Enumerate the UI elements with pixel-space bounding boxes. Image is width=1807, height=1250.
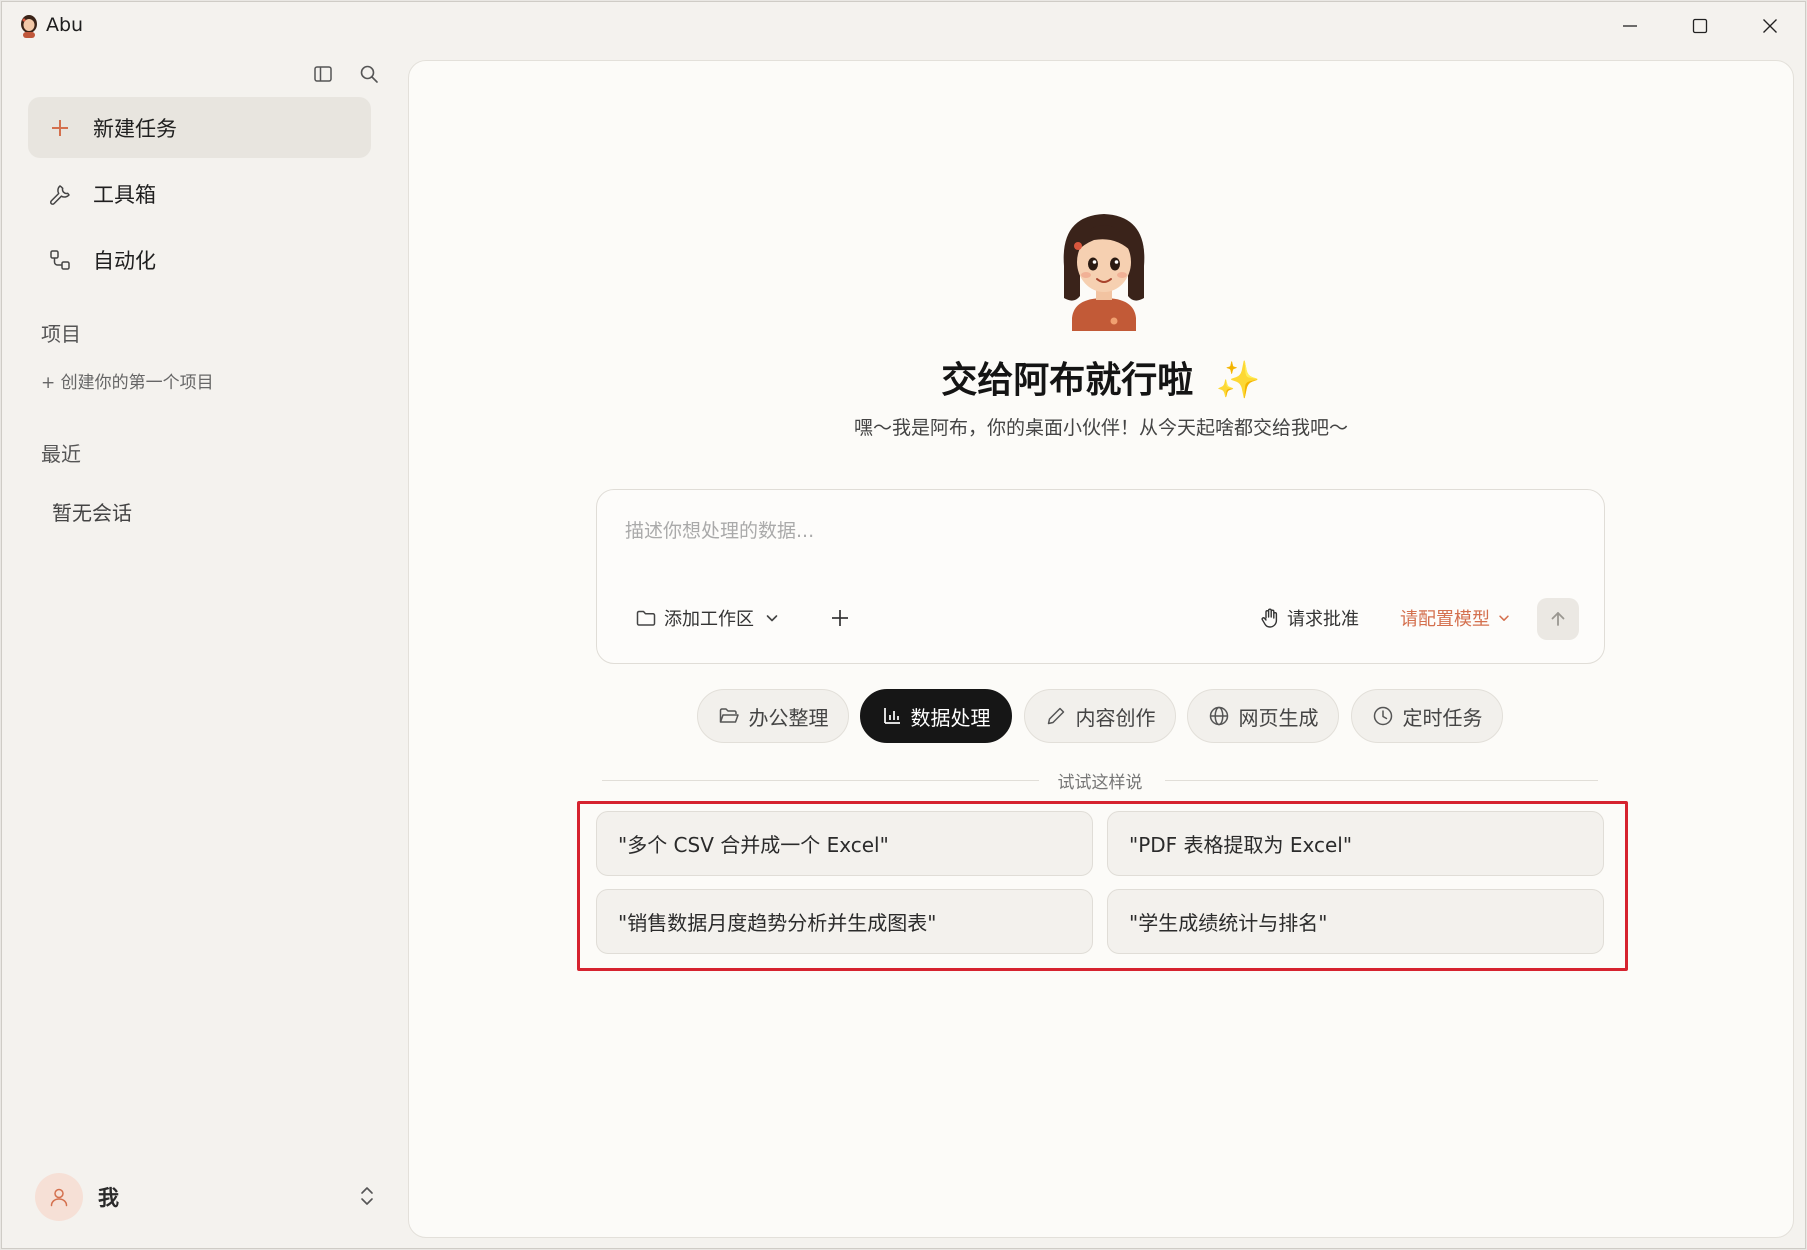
close-button[interactable]: [1735, 2, 1805, 49]
sidebar-item-new-task[interactable]: 新建任务: [28, 97, 371, 158]
suggestion-card[interactable]: "多个 CSV 合并成一个 Excel": [596, 811, 1093, 876]
model-select-label: 请配置模型: [1400, 609, 1490, 630]
sparkles-icon: ✨: [1215, 360, 1261, 401]
arrow-up-icon: [1551, 612, 1565, 626]
request-approval-button[interactable]: 请求批准: [1259, 598, 1359, 638]
send-button[interactable]: [1537, 598, 1579, 640]
globe-icon: [1208, 705, 1230, 727]
suggestion-card[interactable]: "销售数据月度趋势分析并生成图表": [596, 889, 1093, 954]
create-project-link[interactable]: + 创建你的第一个项目: [41, 368, 214, 393]
mascot-avatar-icon: [1054, 206, 1154, 331]
clock-icon: [1372, 705, 1394, 727]
pencil-icon: [1045, 705, 1067, 727]
tab-data-processing[interactable]: 数据处理: [860, 689, 1012, 743]
window-title: Abu: [46, 14, 84, 36]
recent-section-title: 最近: [41, 442, 81, 466]
tab-label: 定时任务: [1402, 705, 1483, 730]
tab-label: 网页生成: [1238, 705, 1319, 730]
sidebar-item-label: 工具箱: [93, 182, 156, 207]
projects-section-title: 项目: [41, 322, 81, 346]
maximize-icon: [1692, 18, 1708, 33]
minimize-icon: [1623, 24, 1637, 27]
maximize-button[interactable]: [1665, 2, 1735, 49]
workflow-icon: [45, 245, 75, 275]
suggestions-title: 试试这样说: [1057, 773, 1143, 793]
minimize-button[interactable]: [1595, 2, 1665, 49]
model-select-button[interactable]: 请配置模型: [1400, 598, 1511, 638]
title-bar: Abu: [2, 2, 1805, 49]
sidebar-item-label: 新建任务: [93, 116, 177, 141]
app-logo-icon: [18, 14, 40, 38]
page-title: 交给阿布就行啦 ✨: [409, 351, 1793, 403]
user-menu[interactable]: 我: [35, 1172, 375, 1222]
prompt-input-card: 添加工作区 请求批准 请配置模型: [596, 489, 1605, 664]
close-icon: [1763, 18, 1777, 33]
bar-chart-icon: [882, 706, 902, 726]
suggestions-divider: 试试这样说: [602, 768, 1598, 793]
page-subtitle: 嘿～我是阿布，你的桌面小伙伴！从今天起啥都交给我吧～: [853, 417, 1348, 439]
wrench-icon: [45, 179, 75, 209]
sidebar-search-button[interactable]: [354, 59, 384, 89]
tab-label: 数据处理: [910, 705, 991, 730]
chevron-down-icon: [766, 615, 778, 622]
sidebar-item-label: 自动化: [93, 248, 156, 273]
avatar: [35, 1173, 83, 1221]
plus-icon: [832, 610, 848, 626]
user-icon: [50, 1188, 68, 1207]
tab-web-generation[interactable]: 网页生成: [1187, 689, 1339, 743]
app-window: Abu 新建任务 工具箱 自动化 项目 + 创建你的第一个项目 最近 暂无会话 …: [1, 1, 1806, 1249]
suggestion-card[interactable]: "学生成绩统计与排名": [1107, 889, 1604, 954]
tab-label: 办公整理: [748, 705, 829, 730]
empty-recent-label: 暂无会话: [52, 501, 132, 525]
user-name: 我: [98, 1186, 119, 1210]
tab-content-creation[interactable]: 内容创作: [1024, 689, 1176, 743]
suggestion-card[interactable]: "PDF 表格提取为 Excel": [1107, 811, 1604, 876]
search-icon: [360, 65, 378, 83]
hand-icon: [1261, 608, 1278, 628]
prompt-input[interactable]: [625, 516, 1565, 546]
add-workspace-label: 添加工作区: [664, 609, 754, 630]
chevron-down-icon: [1499, 615, 1509, 621]
sidebar-item-automation[interactable]: 自动化: [28, 229, 371, 290]
sidebar-item-toolbox[interactable]: 工具箱: [28, 163, 371, 224]
tab-office[interactable]: 办公整理: [697, 689, 849, 743]
chevron-up-down-icon[interactable]: [359, 1184, 375, 1212]
folder-icon: [636, 610, 656, 626]
hero-title-text: 交给阿布就行啦: [941, 360, 1194, 401]
main-panel: 交给阿布就行啦 ✨ 嘿～我是阿布，你的桌面小伙伴！从今天起啥都交给我吧～ 添加工…: [408, 60, 1794, 1238]
sidebar: 新建任务 工具箱 自动化 项目 + 创建你的第一个项目 最近 暂无会话 我: [2, 49, 406, 1248]
sidebar-panel-icon: [314, 66, 332, 82]
plus-icon: [45, 113, 75, 143]
sidebar-toggle-button[interactable]: [308, 59, 338, 89]
add-workspace-button[interactable]: 添加工作区: [635, 598, 780, 638]
tab-scheduled-tasks[interactable]: 定时任务: [1351, 689, 1503, 743]
tab-label: 内容创作: [1075, 705, 1156, 730]
request-approval-label: 请求批准: [1287, 609, 1359, 630]
category-tabs: 办公整理 数据处理 内容创作 网页生成 定时任务: [409, 689, 1793, 743]
add-attachment-button[interactable]: [829, 598, 851, 638]
folder-open-icon: [718, 705, 740, 727]
